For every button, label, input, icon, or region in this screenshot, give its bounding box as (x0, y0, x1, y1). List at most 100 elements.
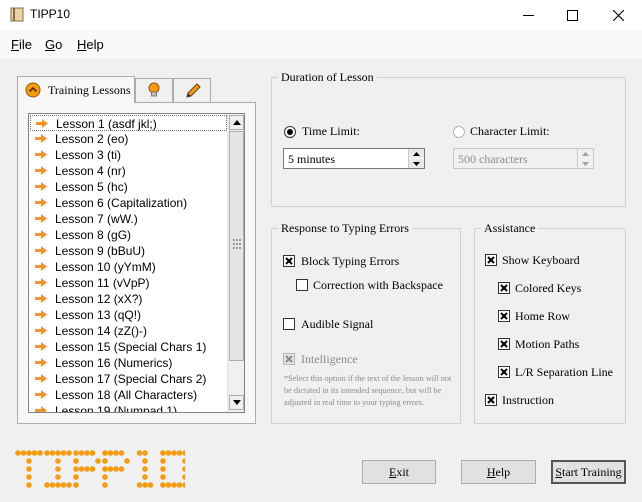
arrow-right-icon (35, 166, 47, 175)
lightbulb-icon (148, 82, 160, 97)
intelligence-checkbox[interactable] (283, 353, 295, 365)
scroll-thumb[interactable] (229, 131, 244, 361)
check-mark-icon (500, 284, 508, 292)
arrow-right-icon (35, 310, 47, 319)
tab-own-lessons[interactable] (173, 78, 211, 102)
lesson-label: Lesson 6 (Capitalization) (55, 196, 188, 210)
time-limit-up-button[interactable] (409, 149, 424, 158)
lesson-item[interactable]: Lesson 3 (ti) (30, 147, 227, 163)
instruction-checkbox[interactable] (485, 394, 497, 406)
intelligence-note: *Select this option if the text of the l… (284, 374, 452, 407)
scroll-up-icon (232, 120, 241, 125)
show-keyboard-checkbox[interactable] (485, 254, 497, 266)
arrow-right-icon (35, 262, 47, 271)
menu-file[interactable]: File (11, 37, 32, 52)
lesson-item[interactable]: Lesson 10 (yYmM) (30, 259, 227, 275)
pencil-icon (186, 83, 201, 98)
help-button[interactable]: Help (461, 460, 536, 484)
motion-paths-label: Motion Paths (515, 337, 580, 351)
lesson-label: Lesson 15 (Special Chars 1) (55, 340, 207, 354)
lesson-item[interactable]: Lesson 6 (Capitalization) (30, 195, 227, 211)
lesson-label: Lesson 19 (Numpad 1) (55, 404, 178, 413)
minimize-button[interactable] (505, 0, 551, 30)
lesson-item[interactable]: Lesson 14 (zZ()-) (30, 323, 227, 339)
menu-help[interactable]: Help (77, 37, 104, 52)
close-icon (612, 9, 624, 21)
show-keyboard-label: Show Keyboard (502, 253, 580, 267)
lesson-item[interactable]: Lesson 9 (bBuU) (30, 243, 227, 259)
arrow-right-icon (35, 150, 47, 159)
arrow-right-icon (35, 294, 47, 303)
arrow-right-icon (35, 182, 47, 191)
block-errors-label: Block Typing Errors (301, 254, 400, 268)
menu-go-label: o (55, 37, 63, 52)
arrow-right-icon (35, 230, 47, 239)
lessons-icon (25, 82, 41, 98)
scroll-up-button[interactable] (229, 115, 244, 130)
correction-backspace-checkbox[interactable] (296, 279, 308, 291)
maximize-button[interactable] (549, 0, 595, 30)
lesson-item[interactable]: Lesson 12 (xX?) (30, 291, 227, 307)
arrow-right-icon (35, 198, 47, 207)
maximize-icon (566, 9, 578, 21)
spin-down-icon (582, 161, 589, 166)
lesson-item[interactable]: Lesson 15 (Special Chars 1) (30, 339, 227, 355)
char-limit-down-button[interactable] (578, 159, 593, 168)
lesson-item[interactable]: Lesson 13 (qQ!) (30, 307, 227, 323)
lesson-item[interactable]: Lesson 2 (eo) (30, 131, 227, 147)
lesson-label: Lesson 18 (All Characters) (55, 388, 198, 402)
tab-training-lessons[interactable]: Training Lessons (17, 76, 135, 103)
lesson-label: Lesson 3 (ti) (55, 148, 122, 162)
time-limit-radio[interactable] (284, 126, 296, 138)
window-title: TIPP10 (30, 7, 71, 21)
lesson-item[interactable]: Lesson 5 (hc) (30, 179, 227, 195)
lesson-item[interactable]: Lesson 7 (wW.) (30, 211, 227, 227)
lesson-item[interactable]: Lesson 1 (asdf jkl;) (30, 115, 227, 131)
lesson-label: Lesson 9 (bBuU) (55, 244, 146, 258)
menu-go[interactable]: Go (45, 37, 62, 52)
char-limit-spinbox[interactable]: 500 characters (453, 148, 594, 169)
separation-line-checkbox[interactable] (498, 366, 510, 378)
check-mark-icon (487, 256, 495, 264)
motion-paths-checkbox[interactable] (498, 338, 510, 350)
arrow-right-icon (35, 246, 47, 255)
block-errors-checkbox[interactable] (283, 255, 295, 267)
lesson-item[interactable]: Lesson 17 (Special Chars 2) (30, 371, 227, 387)
start-training-button-label: Start Training (555, 464, 622, 479)
lesson-label: Lesson 11 (vVpP) (55, 276, 150, 290)
help-button-label: Help (486, 464, 511, 479)
time-limit-down-button[interactable] (409, 159, 424, 168)
char-limit-up-button[interactable] (578, 149, 593, 158)
time-limit-spinbox[interactable]: 5 minutes (283, 148, 425, 169)
arrow-right-icon (35, 278, 47, 287)
colored-keys-checkbox[interactable] (498, 282, 510, 294)
check-mark-icon (487, 396, 495, 404)
lesson-label: Lesson 16 (Numerics) (55, 356, 173, 370)
audible-signal-checkbox[interactable] (283, 318, 295, 330)
check-mark-icon (285, 257, 293, 265)
lesson-item[interactable]: Lesson 4 (nr) (30, 163, 227, 179)
time-limit-value: 5 minutes (288, 152, 335, 166)
lesson-item[interactable]: Lesson 11 (vVpP) (30, 275, 227, 291)
lesson-label: Lesson 2 (eo) (55, 132, 129, 146)
scroll-down-button[interactable] (229, 395, 244, 410)
lesson-item[interactable]: Lesson 19 (Numpad 1) (30, 403, 227, 413)
char-limit-radio[interactable] (453, 126, 465, 138)
lesson-scrollbar[interactable] (227, 114, 244, 412)
lesson-item[interactable]: Lesson 18 (All Characters) (30, 387, 227, 403)
home-row-checkbox[interactable] (498, 310, 510, 322)
close-button[interactable] (595, 0, 641, 30)
exit-button[interactable]: Exit (362, 460, 436, 484)
lesson-label: Lesson 7 (wW.) (55, 212, 138, 226)
tab-tips[interactable] (135, 78, 173, 102)
tipp10-logo (15, 450, 185, 488)
spin-up-icon (413, 151, 420, 156)
arrow-right-icon (35, 326, 47, 335)
app-icon (10, 7, 24, 22)
check-mark-icon (285, 355, 293, 363)
lesson-item[interactable]: Lesson 16 (Numerics) (30, 355, 227, 371)
start-training-button[interactable]: Start Training (551, 460, 626, 484)
lesson-label: Lesson 4 (nr) (55, 164, 126, 178)
lesson-list[interactable]: Lesson 1 (asdf jkl;) Lesson 2 (eo) Lesson … (28, 113, 245, 413)
lesson-item[interactable]: Lesson 8 (gG) (30, 227, 227, 243)
